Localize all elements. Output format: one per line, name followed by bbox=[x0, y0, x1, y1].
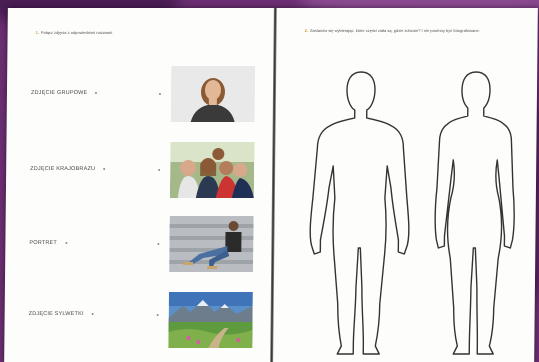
connect-dot[interactable] bbox=[95, 91, 98, 94]
instruction-text: Zastanów się wybierając, które części ci… bbox=[309, 28, 480, 33]
instruction-number: 2. bbox=[304, 28, 308, 33]
left-instruction: 1. Połącz zdjęcia z odpowiednimi nazwami. bbox=[36, 30, 236, 35]
female-body-outline[interactable] bbox=[423, 68, 526, 358]
photo-connect-dot-2[interactable] bbox=[158, 169, 161, 171]
label-text: ZDJĘCIE KRAJOBRAZU bbox=[30, 166, 96, 172]
connect-dot[interactable] bbox=[64, 241, 68, 244]
connect-dot[interactable] bbox=[103, 167, 106, 170]
label-row-4[interactable]: ZDJĘCIE SYLWETKI bbox=[29, 311, 94, 317]
photo-sitting-person bbox=[169, 216, 254, 272]
photo-connect-dot-3[interactable] bbox=[157, 243, 160, 245]
label-text: PORTRET bbox=[29, 240, 58, 246]
connect-dot[interactable] bbox=[91, 312, 94, 315]
right-instruction: 2. Zastanów się wybierając, które części … bbox=[305, 28, 505, 33]
left-page: 1. Połącz zdjęcia z odpowiednimi nazwami.… bbox=[4, 8, 275, 362]
label-text: ZDJĘCIE GRUPOWE bbox=[30, 90, 88, 96]
book-spread: 1. Połącz zdjęcia z odpowiednimi nazwami.… bbox=[4, 8, 538, 362]
photo-woman-portrait bbox=[170, 66, 256, 122]
male-body-outline[interactable] bbox=[303, 68, 416, 358]
right-page: 2. Zastanów się wybierając, które części … bbox=[273, 8, 538, 362]
photo-group bbox=[169, 142, 255, 198]
label-text: ZDJĘCIE SYLWETKI bbox=[28, 311, 84, 317]
label-row-1[interactable]: ZDJĘCIE GRUPOWE bbox=[31, 90, 98, 96]
label-row-2[interactable]: ZDJĘCIE KRAJOBRAZU bbox=[30, 166, 106, 172]
instruction-text: Połącz zdjęcia z odpowiednimi nazwami. bbox=[40, 30, 114, 35]
label-row-3[interactable]: PORTRET bbox=[29, 240, 68, 246]
photo-landscape bbox=[168, 292, 253, 348]
photo-connect-dot-4[interactable] bbox=[156, 314, 159, 316]
photo-connect-dot-1[interactable] bbox=[158, 93, 161, 95]
instruction-number: 1. bbox=[35, 30, 39, 35]
